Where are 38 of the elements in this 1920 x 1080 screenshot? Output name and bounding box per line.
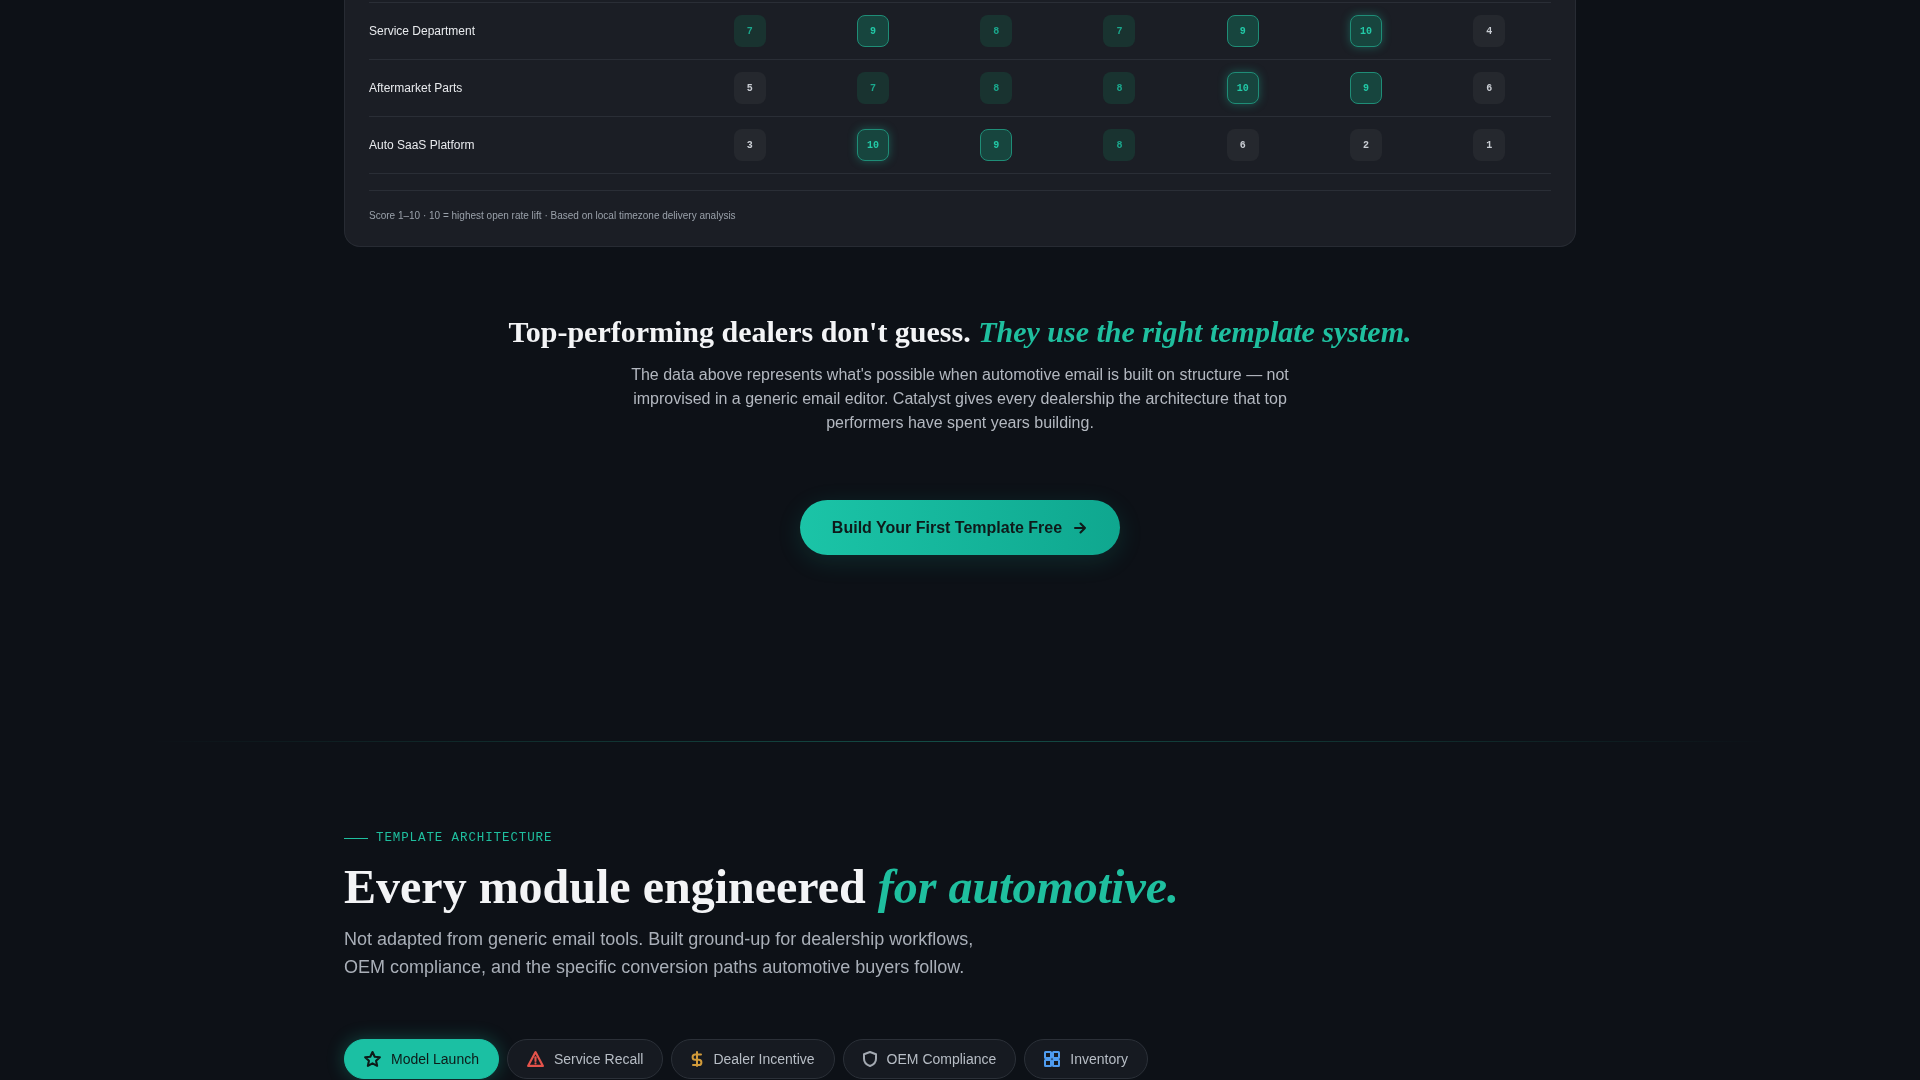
star-icon bbox=[364, 1051, 381, 1067]
score-badge: 5 bbox=[733, 72, 766, 104]
category-tab[interactable]: Inventory bbox=[1024, 1039, 1148, 1079]
score-badge: 8 bbox=[980, 72, 1013, 104]
score-badge: 1 bbox=[1473, 129, 1506, 161]
score-badge: 4 bbox=[1473, 15, 1506, 47]
score-badge: 8 bbox=[1103, 129, 1136, 161]
category-tab[interactable]: Dealer Incentive bbox=[671, 1039, 835, 1079]
section-paragraph: Not adapted from generic email tools. Built ground-up for dealership workflows, OEM compliance, and the specific conversion paths automotive buyers follow. bbox=[344, 928, 975, 979]
score-badge: 7 bbox=[1103, 15, 1136, 47]
score-badge: 2 bbox=[1350, 129, 1383, 161]
score-badge: 7 bbox=[856, 72, 889, 104]
score-badge: 9 bbox=[856, 15, 889, 47]
score-badge: 10 bbox=[1226, 72, 1259, 104]
section-heading: Every module engineered for automotive. bbox=[344, 859, 1180, 915]
score-badge: 8 bbox=[980, 15, 1013, 47]
closing-heading: Top-performing dealers don't guess. They use the right template system. bbox=[508, 314, 1412, 350]
category-tab[interactable]: Service Recall bbox=[506, 1039, 664, 1079]
score-badge: 7 bbox=[733, 15, 766, 47]
row-label: Aftermarket Parts bbox=[369, 81, 463, 95]
score-badge: 9 bbox=[980, 129, 1013, 161]
arrow-right-icon bbox=[1074, 521, 1087, 534]
score-badge: 9 bbox=[1226, 15, 1259, 47]
score-badge: 10 bbox=[1350, 15, 1383, 47]
table-footnote: Score 1–10 · 10 = highest open rate lift · Based on local timezone delivery analysis bbox=[369, 209, 736, 223]
score-badge: 3 bbox=[733, 129, 766, 161]
row-label: Service Department bbox=[369, 24, 476, 38]
category-tab[interactable]: OEM Compliance bbox=[842, 1039, 1017, 1079]
cta-button[interactable]: Build Your First Template Free bbox=[799, 500, 1121, 555]
section-eyebrow: TEMPLATE ARCHITECTURE bbox=[376, 830, 553, 846]
score-badge: 6 bbox=[1473, 72, 1506, 104]
closing-paragraph: The data above represents what's possible when automotive email is built on structure — not improvised in a generic email editor. Catalyst gives every dealership the architecture that top performers have spent years building. bbox=[630, 365, 1290, 433]
score-badge: 8 bbox=[1103, 72, 1136, 104]
score-badge: 9 bbox=[1350, 72, 1383, 104]
category-tab[interactable]: Model Launch bbox=[344, 1039, 499, 1079]
row-label: Auto SaaS Platform bbox=[369, 138, 475, 152]
score-badge: 10 bbox=[856, 129, 889, 161]
score-badge: 6 bbox=[1226, 129, 1259, 161]
